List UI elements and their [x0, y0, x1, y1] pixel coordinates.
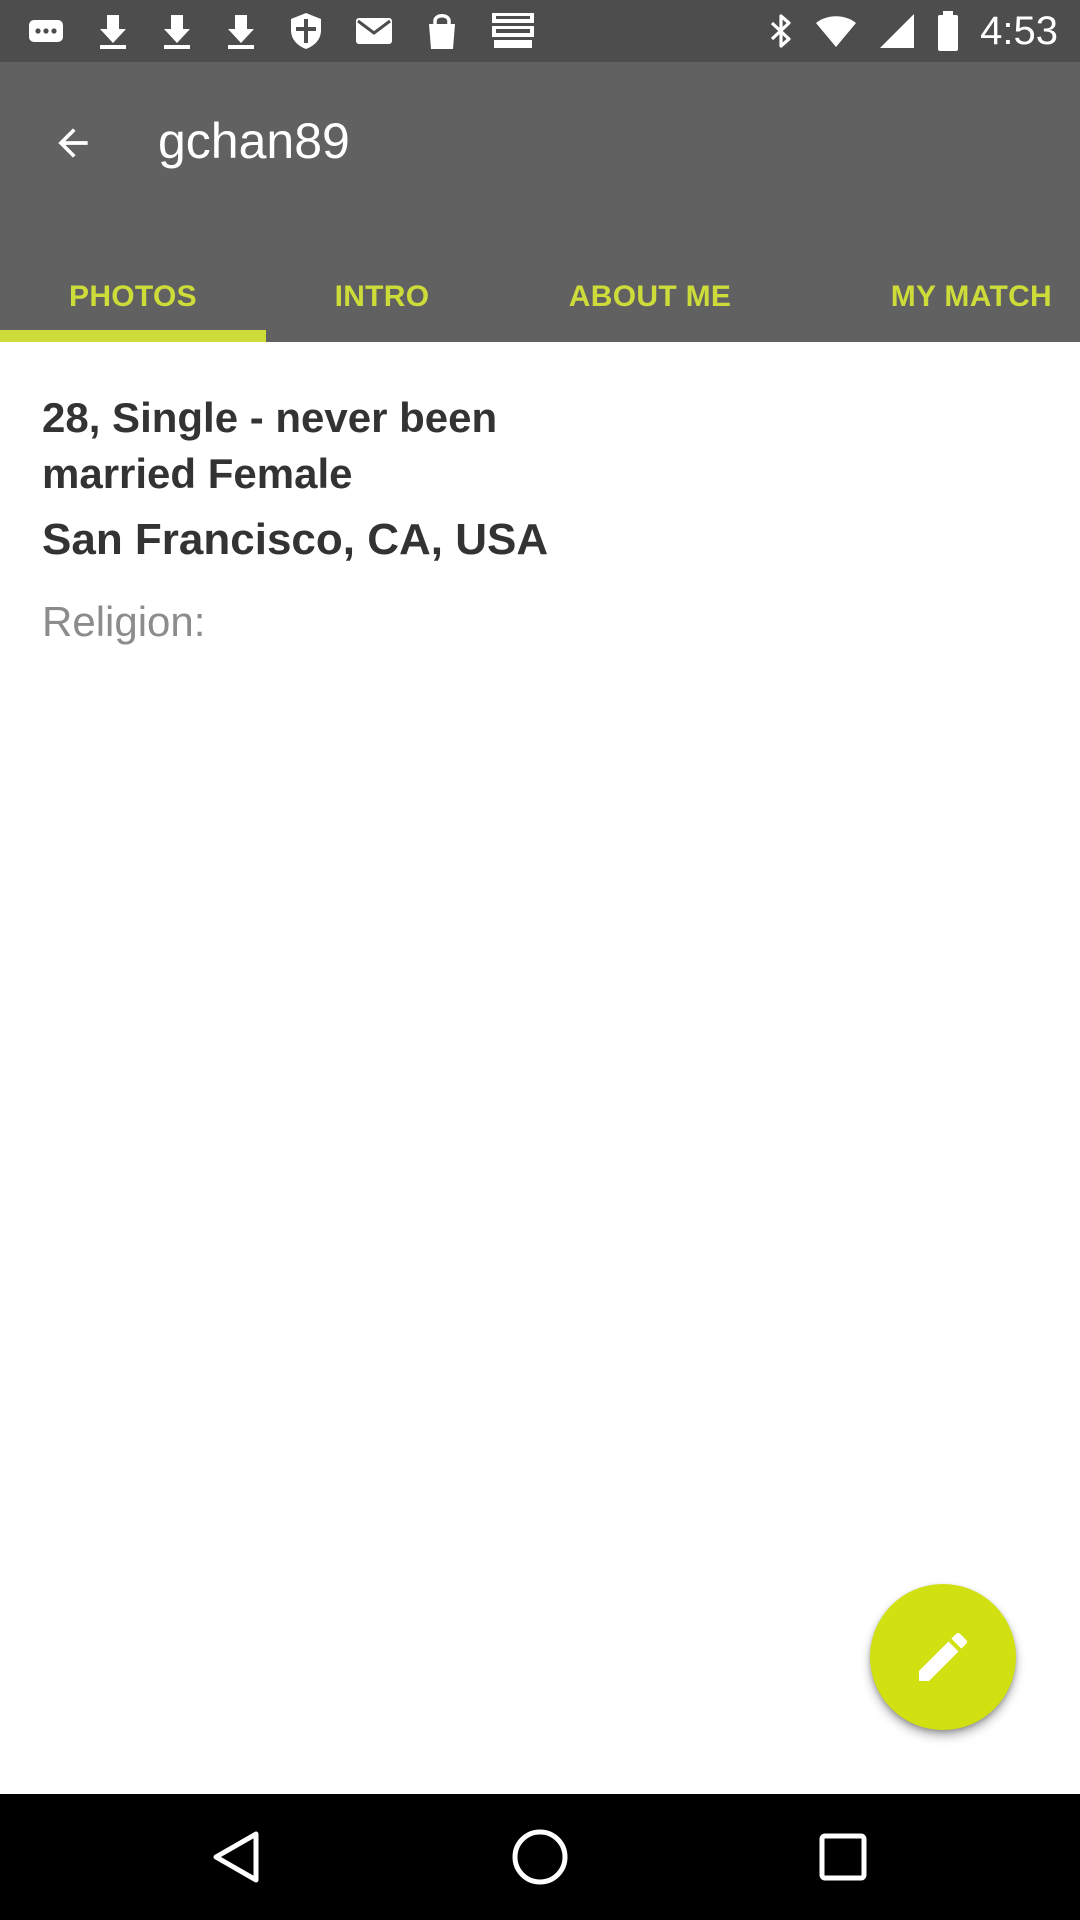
nav-recents-button[interactable] — [803, 1822, 883, 1892]
tab-label: PHOTOS — [69, 280, 197, 313]
nav-home-button[interactable] — [500, 1822, 580, 1892]
tab-about-me[interactable]: ABOUT ME — [498, 252, 802, 342]
tab-label: MY MATCH — [890, 280, 1052, 313]
home-circle-icon — [510, 1827, 570, 1887]
profile-summary: 28, Single - never been married Female — [42, 394, 498, 497]
religion-label: Religion: — [42, 598, 206, 645]
battery-icon — [936, 10, 960, 52]
app-bar: gchan89 PHOTOS INTRO ABOUT ME MY MATCH — [0, 62, 1080, 342]
navigation-bar — [0, 1794, 1080, 1920]
shield-icon — [288, 11, 324, 51]
status-time: 4:53 — [980, 9, 1058, 53]
profile-intro: 28, Single - never been married Female S… — [42, 342, 1042, 650]
wifi-icon — [814, 13, 858, 49]
arrow-back-icon — [51, 121, 95, 165]
tab-my-match[interactable]: MY MATCH — [802, 252, 1080, 342]
tab-selected-indicator — [0, 330, 266, 342]
tab-label: INTRO — [334, 280, 430, 313]
download-icon — [160, 11, 194, 51]
status-bar: 4:53 — [0, 0, 1080, 62]
back-button[interactable] — [38, 108, 108, 178]
page-title: gchan89 — [158, 113, 350, 169]
system-icons: 4:53 — [768, 8, 1058, 54]
shopping-bag-icon — [424, 11, 460, 51]
back-triangle-icon — [210, 1829, 262, 1885]
download-icon — [224, 11, 258, 51]
download-icon — [96, 11, 130, 51]
more-icon — [26, 11, 66, 51]
recents-square-icon — [817, 1831, 869, 1883]
espn-dallas-icon — [490, 11, 536, 51]
tab-photos[interactable]: PHOTOS — [0, 252, 266, 342]
profile-location: San Francisco, CA, USA — [42, 515, 549, 564]
pencil-icon — [911, 1625, 975, 1689]
tab-label: ABOUT ME — [568, 280, 732, 313]
cellular-icon — [878, 12, 916, 50]
nav-back-button[interactable] — [196, 1822, 276, 1892]
tab-bar: PHOTOS INTRO ABOUT ME MY MATCH — [0, 252, 1080, 342]
notification-icons — [26, 8, 536, 54]
bluetooth-icon — [768, 11, 794, 51]
tab-intro[interactable]: INTRO — [266, 252, 498, 342]
mail-icon — [354, 14, 394, 48]
edit-button[interactable] — [870, 1584, 1016, 1730]
